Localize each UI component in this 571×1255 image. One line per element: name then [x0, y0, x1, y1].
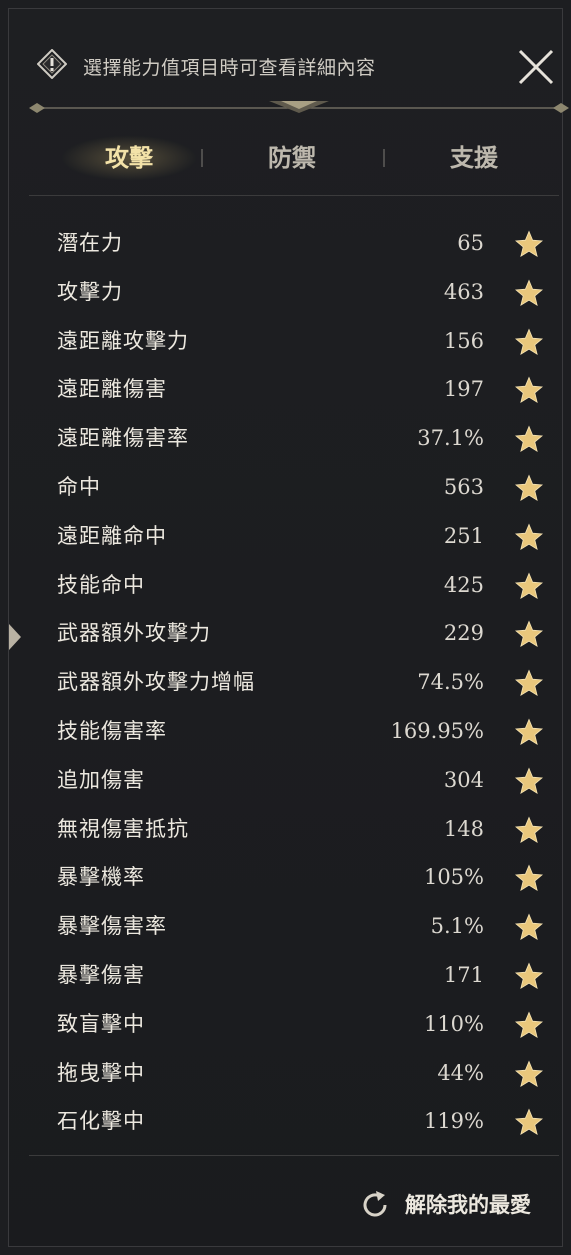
stat-value: 251 [443, 523, 484, 548]
favorite-star-icon[interactable] [515, 718, 543, 746]
favorite-star-icon[interactable] [515, 230, 543, 258]
stat-label: 暴擊傷害率 [57, 914, 167, 939]
stat-value: 110% [423, 1011, 484, 1036]
stat-value: 44% [437, 1060, 484, 1085]
stat-value: 119% [423, 1109, 484, 1134]
stat-row[interactable]: 遠距離傷害率 37.1% [9, 414, 562, 463]
stat-value: 304 [443, 767, 484, 792]
stat-label: 潛在力 [57, 231, 123, 255]
favorite-star-icon[interactable] [515, 376, 543, 404]
stat-label: 遠距離命中 [57, 523, 167, 548]
favorite-star-icon[interactable] [515, 620, 543, 648]
stat-label: 武器額外攻擊力增幅 [57, 670, 255, 695]
stat-label: 命中 [57, 475, 101, 499]
refresh-icon [363, 1191, 387, 1217]
stat-label: 拖曳擊中 [57, 1060, 145, 1085]
favorite-star-icon[interactable] [515, 767, 543, 795]
favorite-star-icon[interactable] [515, 523, 543, 551]
favorite-star-icon[interactable] [515, 1011, 543, 1039]
stat-row[interactable]: 武器額外攻擊力 229 [9, 609, 562, 658]
stat-row[interactable]: 暴擊傷害 171 [9, 951, 562, 1000]
favorite-star-icon[interactable] [515, 864, 543, 892]
stat-label: 遠距離傷害率 [57, 426, 189, 451]
stat-value: 148 [443, 816, 484, 841]
stat-row[interactable]: 拖曳擊中 44% [9, 1049, 562, 1098]
favorite-star-icon[interactable] [515, 816, 543, 844]
favorite-star-icon[interactable] [515, 425, 543, 453]
stat-label: 追加傷害 [57, 767, 145, 792]
tab-defense[interactable]: 防禦 [207, 127, 377, 189]
stat-row[interactable]: 無視傷害抵抗 148 [9, 805, 562, 854]
stat-row[interactable]: 技能命中 425 [9, 561, 562, 610]
favorite-star-icon[interactable] [515, 913, 543, 941]
stat-row[interactable]: 遠距離命中 251 [9, 512, 562, 561]
ornament-divider [29, 101, 569, 113]
stat-row[interactable]: 石化擊中 119% [9, 1097, 562, 1146]
stat-row[interactable]: 技能傷害率 169.95% [9, 707, 562, 756]
divider [29, 1155, 559, 1156]
stat-label: 攻擊力 [57, 279, 123, 304]
stat-row[interactable]: 攻擊力 463 [9, 268, 562, 317]
tab-separator [383, 149, 385, 167]
stat-label: 技能傷害率 [57, 719, 167, 743]
stat-label: 致盲擊中 [57, 1011, 145, 1036]
stat-row[interactable]: 遠距離傷害 197 [9, 365, 562, 414]
remove-favorites-label: 解除我的最愛 [405, 1193, 531, 1217]
divider [29, 195, 559, 196]
stat-label: 遠距離攻擊力 [57, 328, 189, 353]
stats-panel: 選擇能力值項目時可查看詳細內容 攻擊 防禦 支援 潛在力 65 攻擊力 463 遠距離攻… [8, 8, 569, 1247]
tab-separator [201, 149, 203, 167]
stat-row[interactable]: 致盲擊中 110% [9, 1000, 562, 1049]
close-icon[interactable] [514, 45, 558, 89]
favorite-star-icon[interactable] [515, 1108, 543, 1136]
stat-label: 無視傷害抵抗 [57, 816, 189, 841]
stat-value: 74.5% [417, 670, 484, 695]
remove-favorites-button[interactable]: 解除我的最愛 [359, 1185, 559, 1225]
favorite-star-icon[interactable] [515, 279, 543, 307]
stat-value: 169.95% [390, 719, 484, 743]
stat-row[interactable]: 遠距離攻擊力 156 [9, 317, 562, 366]
stat-value: 65 [457, 231, 484, 255]
favorite-star-icon[interactable] [515, 1060, 543, 1088]
stat-label: 遠距離傷害 [57, 377, 167, 402]
tab-attack[interactable]: 攻擊 [44, 127, 214, 189]
stat-label: 武器額外攻擊力 [57, 621, 211, 646]
stat-row[interactable]: 命中 563 [9, 463, 562, 512]
stat-value: 105% [423, 865, 484, 890]
info-hint-text: 選擇能力值項目時可查看詳細內容 [83, 57, 376, 79]
stat-value: 156 [443, 328, 484, 353]
stat-value: 463 [443, 279, 484, 304]
stat-value: 425 [443, 572, 484, 597]
stat-value: 197 [443, 377, 484, 402]
stat-value: 37.1% [417, 426, 484, 451]
stat-value: 563 [443, 475, 484, 499]
exclamation-diamond-icon [37, 49, 67, 79]
stat-label: 暴擊傷害 [57, 963, 145, 987]
stat-value: 229 [443, 621, 484, 646]
stat-value: 171 [443, 963, 484, 987]
panel-header: 選擇能力值項目時可查看詳細內容 [9, 9, 562, 101]
stat-row[interactable]: 暴擊機率 105% [9, 853, 562, 902]
favorite-star-icon[interactable] [515, 328, 543, 356]
stat-label: 技能命中 [57, 572, 145, 597]
favorite-star-icon[interactable] [515, 572, 543, 600]
favorite-star-icon[interactable] [515, 962, 543, 990]
stat-row[interactable]: 追加傷害 304 [9, 756, 562, 805]
stat-label: 暴擊機率 [57, 865, 145, 890]
stat-row[interactable]: 武器額外攻擊力增幅 74.5% [9, 658, 562, 707]
stat-value: 5.1% [430, 914, 484, 939]
favorite-star-icon[interactable] [515, 474, 543, 502]
favorite-star-icon[interactable] [515, 669, 543, 697]
stat-row[interactable]: 潛在力 65 [9, 219, 562, 268]
stat-label: 石化擊中 [57, 1109, 145, 1134]
stat-category-tabs: 攻擊 防禦 支援 [29, 127, 549, 189]
tab-support[interactable]: 支援 [389, 127, 559, 189]
stat-row[interactable]: 暴擊傷害率 5.1% [9, 902, 562, 951]
